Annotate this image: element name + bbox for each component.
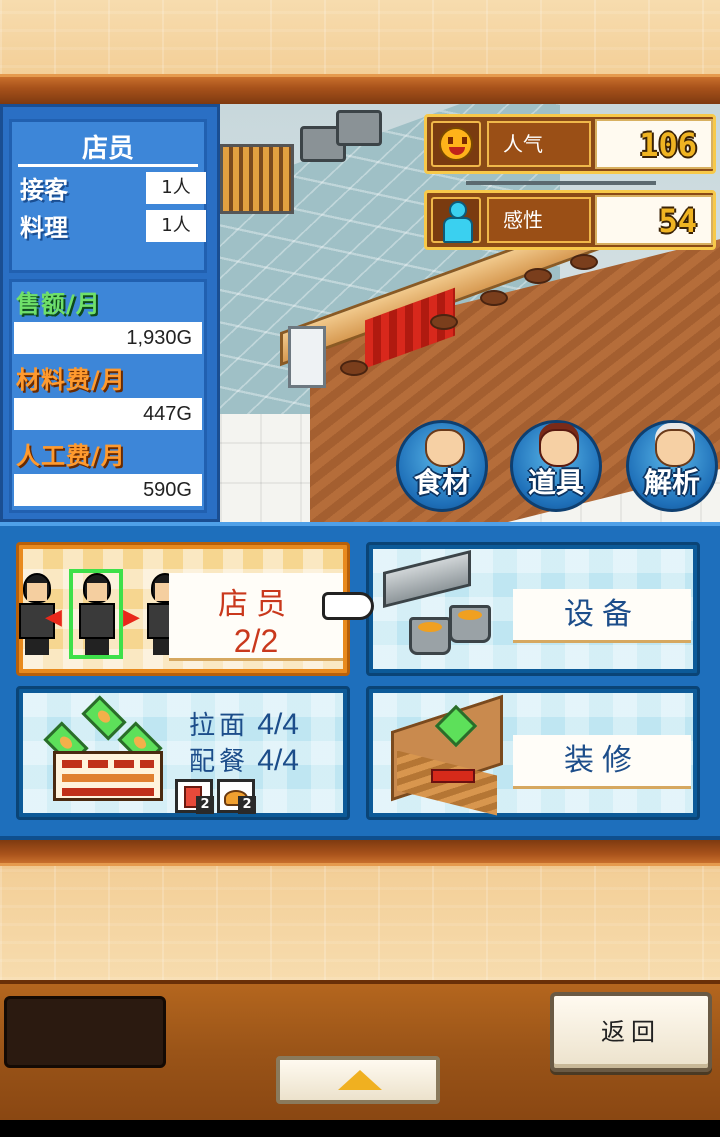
staff-card-count: 2/2 xyxy=(233,623,279,659)
staff-row-service: 接客 1人 xyxy=(18,170,206,206)
menu-card-inner: 拉面 4/4 配餐 4/4 2 2 xyxy=(23,693,343,814)
bottom-black-bar xyxy=(0,1120,720,1137)
kitchen-pot xyxy=(336,110,382,146)
tools-button[interactable]: 道具 xyxy=(510,420,602,512)
analysis-label: 解析 xyxy=(643,466,700,499)
staff-summary-box: 店员 接客 1人 料理 1人 xyxy=(9,119,207,273)
stool xyxy=(340,360,368,376)
labor-cost-label: 人工费/月 xyxy=(16,442,126,470)
menu-card[interactable]: 拉面 4/4 配餐 4/4 2 2 xyxy=(16,686,350,820)
sense-stat: 感性 54 xyxy=(424,190,716,250)
analysis-button[interactable]: 解析 xyxy=(626,420,718,512)
room-decor-icon xyxy=(387,694,507,816)
message-slot xyxy=(4,996,166,1068)
food-badge-count: 2 xyxy=(238,796,256,814)
arrow-right-icon: ▶ xyxy=(123,605,140,630)
drink-fridge xyxy=(288,326,326,388)
staff-row-cooking: 料理 1人 xyxy=(18,208,206,244)
tools-label: 道具 xyxy=(527,466,584,499)
equipment-card[interactable]: 设备 xyxy=(366,542,700,676)
food-badge-icon: 2 xyxy=(217,779,256,814)
popularity-stat: 人气 106 xyxy=(424,114,716,174)
equipment-card-text-box: 设备 xyxy=(513,589,691,643)
up-arrow-icon xyxy=(338,1070,382,1090)
back-button[interactable]: 返回 xyxy=(550,992,712,1072)
sense-value: 54 xyxy=(595,195,713,245)
material-cost-value: 447G xyxy=(14,398,202,430)
smile-face-icon xyxy=(439,127,473,161)
decoration-card-title: 装修 xyxy=(564,743,640,778)
stool xyxy=(570,254,598,270)
side-dish-count: 4/4 xyxy=(257,744,299,777)
pointing-hand-icon xyxy=(322,592,374,620)
labor-cost-value: 590G xyxy=(14,474,202,506)
drink-badge-count: 2 xyxy=(196,796,214,814)
selected-staff-icon xyxy=(69,569,123,659)
stool xyxy=(430,314,458,330)
side-dish-line: 配餐 4/4 xyxy=(189,741,339,778)
drink-badge-icon: 2 xyxy=(175,779,214,814)
dish-icon xyxy=(81,695,127,741)
equipment-pot-icon xyxy=(409,617,451,655)
equipment-hood-icon xyxy=(383,550,471,608)
equipment-card-title: 设备 xyxy=(564,597,640,632)
equipment-pot-icon xyxy=(449,605,491,643)
staff-card-text-box: 店员 2/2 xyxy=(169,573,343,661)
popularity-label: 人气 xyxy=(487,121,591,167)
person-icon xyxy=(441,201,473,243)
staff-row-label: 接客 xyxy=(20,176,68,204)
stool xyxy=(480,290,508,306)
staff-card-inner: ◀ ▶ 店员 2/2 xyxy=(19,549,343,669)
ingredients-button[interactable]: 食材 xyxy=(396,420,488,512)
staff-row-value: 1人 xyxy=(146,210,206,242)
menu-board-icon xyxy=(53,751,163,801)
popularity-value: 106 xyxy=(595,119,713,169)
finance-box: 售额/月 1,930G 材料费/月 447G 人工费/月 590G xyxy=(9,279,207,513)
stool xyxy=(524,268,552,284)
material-cost-label: 材料费/月 xyxy=(16,366,126,394)
equipment-card-inner: 设备 xyxy=(373,549,693,669)
decor-table-icon xyxy=(431,769,475,783)
decoration-card-inner: 装修 xyxy=(373,693,693,816)
staff-card[interactable]: ◀ ▶ 店员 2/2 xyxy=(16,542,350,676)
scroll-up-button[interactable] xyxy=(276,1056,440,1104)
side-dish-label: 配餐 xyxy=(189,747,250,777)
kitchen-equipment-icon xyxy=(383,550,503,667)
stat-divider-bar xyxy=(466,181,656,185)
sense-label: 感性 xyxy=(487,197,591,243)
decoration-card-text-box: 装修 xyxy=(513,735,691,789)
bottom-wood-edge xyxy=(0,840,720,866)
ingredients-label: 食材 xyxy=(413,466,470,499)
staff-row-label: 料理 xyxy=(20,214,68,242)
staff-summary-title: 店员 xyxy=(12,128,204,167)
sales-label: 售额/月 xyxy=(16,290,101,318)
arrow-left-icon: ◀ xyxy=(45,605,62,630)
ramen-label: 拉面 xyxy=(189,711,250,741)
smile-face-icon xyxy=(431,121,481,167)
staff-card-title: 店员 xyxy=(218,587,294,622)
ramen-count: 4/4 xyxy=(257,708,299,741)
top-wood-edge xyxy=(0,74,720,104)
person-icon xyxy=(431,197,481,243)
ramen-line: 拉面 4/4 xyxy=(189,705,339,742)
sales-value: 1,930G xyxy=(14,322,202,354)
staff-row-value: 1人 xyxy=(146,172,206,204)
bottle-shelf xyxy=(220,144,294,214)
info-side-panel: 店员 接客 1人 料理 1人 售额/月 1,930G 材料费/月 447G 人工… xyxy=(0,104,220,522)
decoration-card[interactable]: 装修 xyxy=(366,686,700,820)
